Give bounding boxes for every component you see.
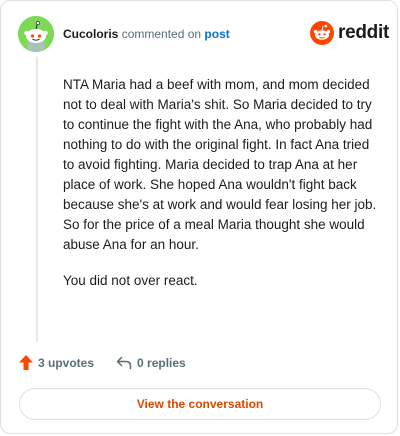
reddit-logo[interactable]: reddit [310, 21, 389, 45]
reply-arrow-icon [116, 356, 132, 369]
action-text: commented on [121, 27, 202, 41]
replies-button[interactable]: 0 replies [116, 356, 186, 370]
thread-line[interactable] [36, 57, 38, 342]
comment-actions: 3 upvotes 0 replies [19, 355, 186, 370]
comment-paragraph: You did not over react. [63, 273, 198, 288]
upvote-arrow-icon [19, 355, 33, 370]
upvote-count: 3 upvotes [38, 355, 95, 370]
username[interactable]: Cucoloris [63, 27, 118, 41]
upvote-button[interactable]: 3 upvotes [19, 355, 94, 370]
brand-wordmark: reddit [338, 22, 389, 43]
comment-paragraph: NTA Maria had a beef with mom, and mom d… [63, 77, 377, 252]
post-link[interactable]: post [204, 27, 229, 41]
reddit-logo-icon [310, 21, 334, 45]
snoo-avatar-icon [18, 16, 54, 52]
view-conversation-label: View the conversation [136, 397, 264, 411]
view-conversation-button[interactable]: View the conversation [19, 388, 381, 420]
reply-count: 0 replies [137, 355, 186, 370]
comment-header: Cucoloris commented on post [63, 27, 230, 41]
comment-body: NTA Maria had a beef with mom, and mom d… [63, 75, 381, 307]
avatar[interactable] [18, 16, 54, 52]
comment-card: Cucoloris commented on post reddit NTA M… [0, 0, 398, 434]
